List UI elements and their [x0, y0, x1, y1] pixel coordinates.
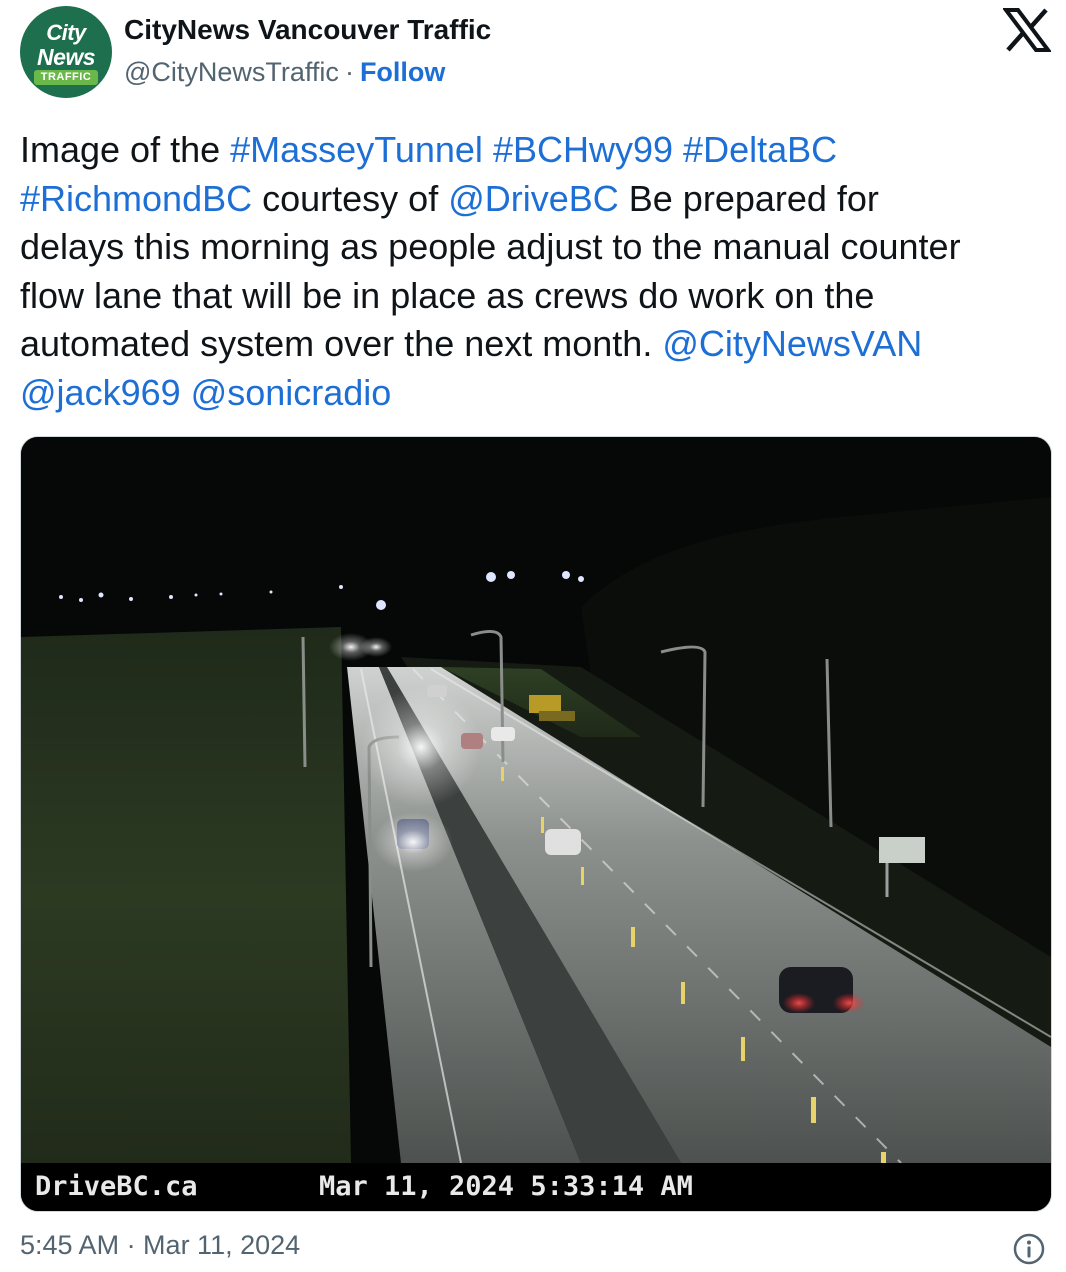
tweet-text-segment: Be prepared for [618, 177, 879, 219]
avatar-text-traffic: TRAFFIC [34, 70, 98, 85]
mention-link[interactable]: @DriveBC [448, 178, 619, 219]
camera-source: DriveBC.ca [35, 1171, 198, 1202]
tweet-text: Image of the #MasseyTunnel #BCHwy99 #Del… [20, 126, 1060, 417]
mention-link[interactable]: @CityNewsVAN [662, 323, 922, 364]
mention-link[interactable]: @sonicradio [191, 372, 392, 413]
hashtag-link[interactable]: #MasseyTunnel [230, 129, 483, 170]
tweet-text-segment [181, 372, 191, 413]
traffic-camera-photo [21, 437, 1051, 1163]
handle-line: @CityNewsTraffic · Follow [124, 57, 445, 88]
tweet-line: flow lane that will be in place as crews… [20, 272, 1060, 321]
hashtag-link[interactable]: #DeltaBC [683, 129, 837, 170]
camera-caption-bar: DriveBC.ca Mar 11, 2024 5:33:14 AM [21, 1163, 1051, 1211]
tweet-text-segment: flow lane that will be in place as crews… [20, 274, 875, 316]
tweet-line: @jack969 @sonicradio [20, 369, 1060, 418]
mention-link[interactable]: @jack969 [20, 372, 181, 413]
follow-button[interactable]: Follow [360, 57, 445, 87]
tweet-line: Image of the #MasseyTunnel #BCHwy99 #Del… [20, 126, 1060, 175]
camera-timestamp: Mar 11, 2024 5:33:14 AM [319, 1171, 693, 1202]
x-logo-icon[interactable] [1003, 8, 1051, 52]
tweet-text-segment [483, 129, 493, 170]
tweet-text-segment [673, 129, 683, 170]
separator: · [344, 57, 354, 87]
tweet-line: automated system over the next month. @C… [20, 320, 1060, 369]
post-timestamp[interactable]: 5:45 AM · Mar 11, 2024 [20, 1230, 300, 1261]
tweet-header: City News TRAFFIC CityNews Vancouver Tra… [0, 0, 1066, 110]
tweet-text-segment: courtesy of [252, 177, 449, 219]
hashtag-link[interactable]: #RichmondBC [20, 178, 252, 219]
tweet-text-segment: automated system over the next month. [20, 323, 663, 364]
info-icon[interactable] [1012, 1232, 1046, 1266]
tweet-media-image[interactable]: DriveBC.ca Mar 11, 2024 5:33:14 AM [20, 436, 1052, 1212]
tweet-text-segment: Image of the [20, 129, 231, 170]
avatar-text-news: News [36, 44, 96, 70]
tweet-line: #RichmondBC courtesy of @DriveBC Be prep… [20, 175, 1060, 224]
display-name[interactable]: CityNews Vancouver Traffic [124, 14, 491, 46]
tweet-text-segment: delays this morning as people adjust to … [20, 226, 961, 267]
avatar-text-city: City [46, 20, 86, 45]
tweet-line: delays this morning as people adjust to … [20, 223, 1060, 272]
handle[interactable]: @CityNewsTraffic [124, 57, 339, 87]
avatar[interactable]: City News TRAFFIC [20, 6, 112, 98]
hashtag-link[interactable]: #BCHwy99 [493, 129, 673, 170]
